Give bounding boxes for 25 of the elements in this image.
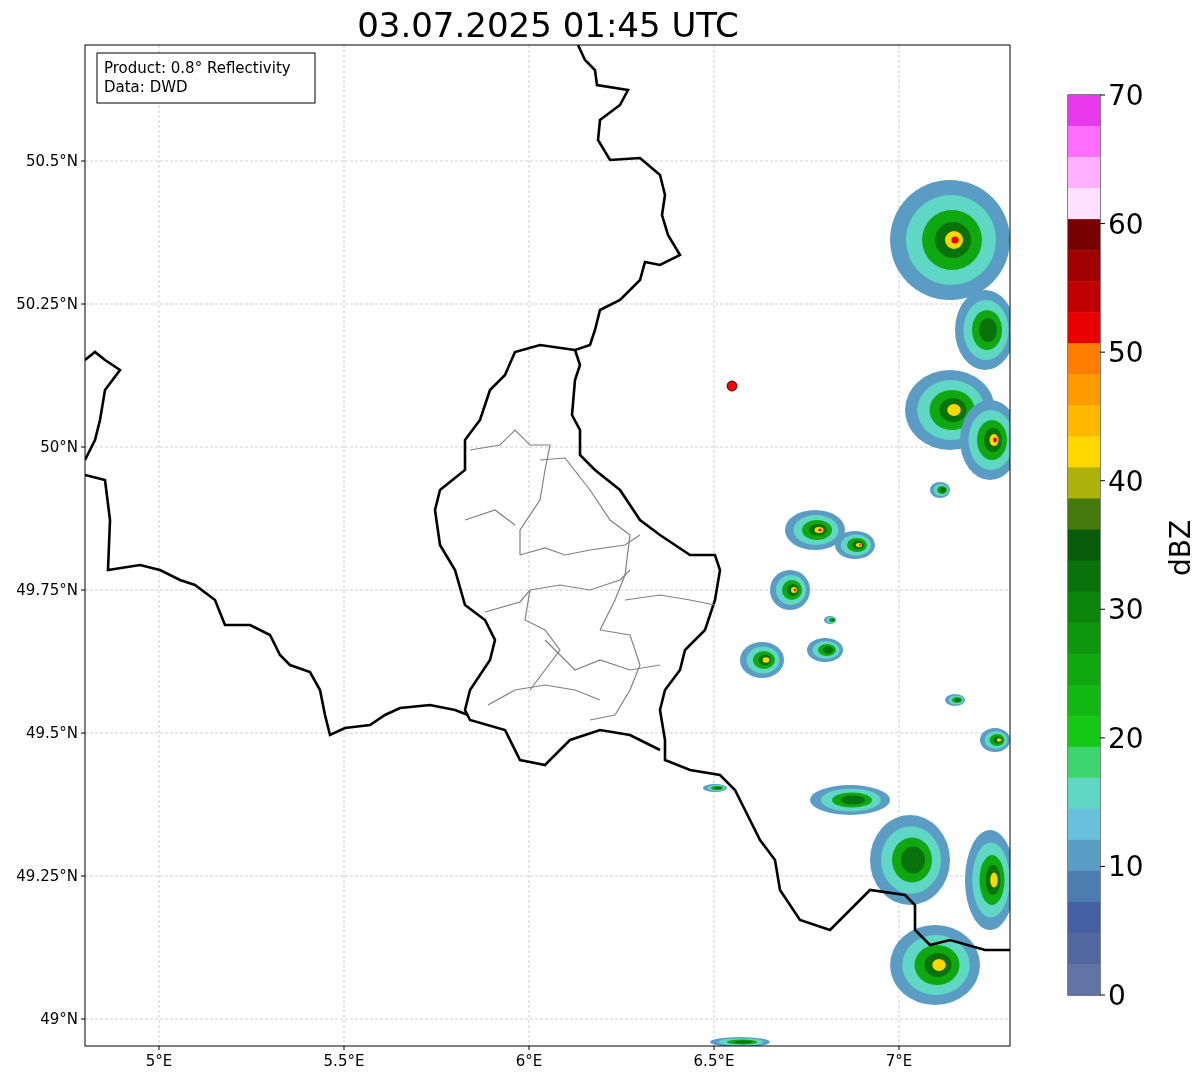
scale-title: dBZ — [1164, 519, 1197, 577]
latitude-label: 49.75°N — [16, 581, 78, 599]
longitude-label: 5.5°E — [323, 1052, 365, 1070]
chart-title: 03.07.2025 01:45 UTC — [357, 5, 739, 45]
latitude-label: 49.5°N — [25, 724, 78, 742]
scale-label: 10 — [1108, 850, 1144, 884]
location-marker — [726, 380, 738, 392]
scale-label: 60 — [1108, 207, 1144, 241]
latitude-label: 49.25°N — [16, 867, 78, 885]
latitude-label: 50.25°N — [16, 295, 78, 313]
scale-label: 30 — [1108, 593, 1144, 627]
scale-label: 70 — [1108, 79, 1144, 112]
longitude-label: 5°E — [145, 1052, 173, 1070]
info-text: Product: 0.8° Reflectivity — [104, 59, 291, 77]
longitude-label: 6.5°E — [693, 1052, 735, 1070]
scale-label: 0 — [1108, 979, 1126, 1012]
latitude-label: 50°N — [40, 438, 78, 456]
latitude-label: 50.5°N — [25, 152, 78, 170]
longitude-label: 7°E — [885, 1052, 913, 1070]
longitude-label: 6°E — [515, 1052, 543, 1070]
latitude-label: 49°N — [40, 1010, 78, 1028]
scale-label: 40 — [1108, 464, 1144, 498]
scale-label: 20 — [1108, 721, 1144, 755]
info-text: Data: DWD — [104, 78, 188, 96]
scale-label: 50 — [1108, 336, 1144, 370]
